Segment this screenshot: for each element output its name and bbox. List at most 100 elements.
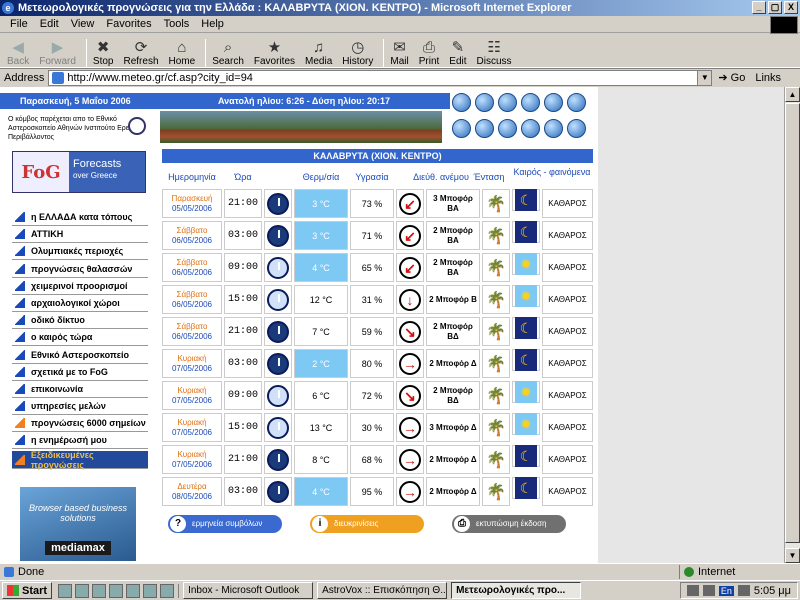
- media-button[interactable]: ♫ Media: [302, 35, 335, 68]
- minimize-button[interactable]: _: [752, 1, 766, 14]
- button-label: διευκρινίσεις: [334, 519, 379, 528]
- nav-item[interactable]: σχετικά με το FoG: [12, 364, 148, 381]
- address-input[interactable]: http://www.meteo.gr/cf.asp?city_id=94 ▼: [48, 69, 713, 86]
- language-indicator[interactable]: En: [718, 585, 734, 596]
- weather-icons-menu: [452, 93, 592, 141]
- task-meteo[interactable]: Μετεωρολογικές προ...: [451, 582, 582, 599]
- close-button[interactable]: X: [784, 1, 798, 14]
- palm-tree-icon: 🌴: [482, 221, 510, 250]
- nav-item[interactable]: επικοινωνία: [12, 381, 148, 398]
- menu-file[interactable]: File: [4, 18, 34, 30]
- sky-cell: ☾: [512, 317, 540, 339]
- stop-button[interactable]: ✖ Stop: [90, 35, 117, 68]
- arrow-icon: [15, 263, 25, 274]
- day-name: Κυριακή: [177, 449, 207, 459]
- info-button-2[interactable]: i διευκρινίσεις: [310, 515, 424, 533]
- nav-icon-6[interactable]: [567, 93, 586, 112]
- menu-view[interactable]: View: [65, 18, 101, 30]
- sky-cell: ✹: [512, 381, 540, 403]
- quick-launch-icon-7[interactable]: [160, 583, 175, 598]
- back-button[interactable]: ◀ Back: [4, 35, 32, 68]
- scroll-thumb[interactable]: [785, 103, 800, 543]
- tray-icon-1[interactable]: [686, 585, 699, 596]
- fog-subtitle: over Greece: [73, 171, 118, 180]
- info-button-3[interactable]: ⎙ εκτυπώσιμη έκδοση: [452, 515, 566, 533]
- mail-button[interactable]: ✉ Mail: [387, 35, 411, 68]
- favorites-button[interactable]: ★ Favorites: [251, 35, 298, 68]
- menu-tools[interactable]: Tools: [158, 18, 196, 30]
- history-button[interactable]: ◷ History: [339, 35, 376, 68]
- refresh-button[interactable]: ⟳ Refresh: [121, 35, 162, 68]
- quick-launch-icon-1[interactable]: [58, 583, 73, 598]
- home-button[interactable]: ⌂ Home: [166, 35, 199, 68]
- task-outlook[interactable]: Inbox - Microsoft Outlook: [183, 582, 314, 599]
- moon-icon: ☾: [515, 221, 537, 243]
- print-button[interactable]: ⎙ Print: [416, 35, 443, 68]
- nav-item[interactable]: χειμερινοί προορισμοί: [12, 278, 148, 295]
- scroll-up-button[interactable]: ▲: [785, 87, 800, 102]
- nav-item[interactable]: ΑΤΤΙΚΗ: [12, 226, 148, 244]
- fog-logo[interactable]: FoG Forecasts over Greece: [12, 151, 146, 193]
- nav-icon-3[interactable]: [498, 93, 517, 112]
- info-button-1[interactable]: ? ερμηνεία συμβόλων: [168, 515, 282, 533]
- nav-item[interactable]: η ενημέρωσή μου: [12, 432, 148, 450]
- windows-flag-icon: [7, 585, 19, 596]
- wind-direction-cell: ↙: [396, 221, 424, 250]
- nav-icon-12[interactable]: [567, 119, 586, 138]
- nav-item[interactable]: η ΕΛΛΑΔΑ κατα τόπους: [12, 209, 148, 226]
- sky-cell: ☾: [512, 349, 540, 371]
- quick-launch-icon-3[interactable]: [92, 583, 107, 598]
- quick-launch-icon-2[interactable]: [75, 583, 90, 598]
- toolbar-label: Print: [418, 56, 440, 67]
- nav-icon-1[interactable]: [452, 93, 471, 112]
- nav-icon-7[interactable]: [452, 119, 471, 138]
- mediamax-ad[interactable]: Browser based business solutions mediama…: [20, 487, 136, 561]
- address-dropdown-button[interactable]: ▼: [697, 70, 712, 85]
- nav-icon-8[interactable]: [475, 119, 494, 138]
- tray-icon-3[interactable]: [737, 585, 750, 596]
- discuss-button[interactable]: ☷ Discuss: [474, 35, 515, 68]
- scroll-down-button[interactable]: ▼: [785, 548, 800, 563]
- nav-icon-2[interactable]: [475, 93, 494, 112]
- page-icon: [52, 71, 65, 84]
- nav-icon-5[interactable]: [544, 93, 563, 112]
- taskbar: Start Inbox - Microsoft Outlook AstroVox…: [0, 580, 800, 600]
- forecast-row: Κυριακή 07/05/2006 15:00 13 °C 30 % → 3 Μποφόρ…: [162, 413, 593, 442]
- links-button[interactable]: Links: [755, 72, 781, 84]
- vertical-scrollbar[interactable]: ▲ ▼: [784, 87, 800, 563]
- nav-item[interactable]: προγνώσεις 6000 σημείων: [12, 415, 148, 433]
- start-label: Start: [22, 584, 48, 597]
- nav-item[interactable]: Εθνικό Αστεροσκοπείο: [12, 347, 148, 364]
- nav-icon-4[interactable]: [521, 93, 540, 112]
- nav-item[interactable]: οδικό δίκτυο: [12, 312, 148, 330]
- maximize-button[interactable]: ▢: [768, 1, 782, 14]
- go-button[interactable]: ➔ Go: [718, 71, 745, 84]
- menu-favorites[interactable]: Favorites: [100, 18, 157, 30]
- nav-item[interactable]: υπηρεσίες μελών: [12, 398, 148, 416]
- nav-icon-11[interactable]: [544, 119, 563, 138]
- weather-description: ΚΑΘΑΡΟΣ: [542, 381, 593, 410]
- nav-icon-10[interactable]: [521, 119, 540, 138]
- sky-cell: ✹: [512, 413, 540, 435]
- nav-item[interactable]: αρχαιολογικοί χώροι: [12, 295, 148, 312]
- nav-item[interactable]: προγνώσεις θαλασσών: [12, 261, 148, 278]
- task-astrovox[interactable]: AstroVox :: Επισκόπηση Θ...: [317, 582, 448, 599]
- nav-item[interactable]: Εξειδικευμένες προγνώσεις: [12, 450, 148, 470]
- forward-button[interactable]: ▶ Forward: [36, 35, 79, 68]
- quick-launch-icon-6[interactable]: [143, 583, 158, 598]
- quick-launch-icon-5[interactable]: [126, 583, 141, 598]
- palm-tree-icon: 🌴: [482, 477, 510, 506]
- nav-item[interactable]: Ολυμπιακές περιοχές: [12, 243, 148, 261]
- windows-logo-icon: [770, 16, 798, 34]
- search-button[interactable]: ⌕ Search: [209, 35, 247, 68]
- nav-item[interactable]: ο καιρός τώρα: [12, 329, 148, 347]
- observatory-logo-icon[interactable]: [128, 117, 146, 135]
- temperature-cell: 2 °C: [294, 349, 348, 378]
- quick-launch-icon-4[interactable]: [109, 583, 124, 598]
- nav-icon-9[interactable]: [498, 119, 517, 138]
- edit-button[interactable]: ✎ Edit: [446, 35, 469, 68]
- tray-icon-2[interactable]: [702, 585, 715, 596]
- menu-help[interactable]: Help: [195, 18, 230, 30]
- start-button[interactable]: Start: [2, 582, 53, 599]
- menu-edit[interactable]: Edit: [34, 18, 65, 30]
